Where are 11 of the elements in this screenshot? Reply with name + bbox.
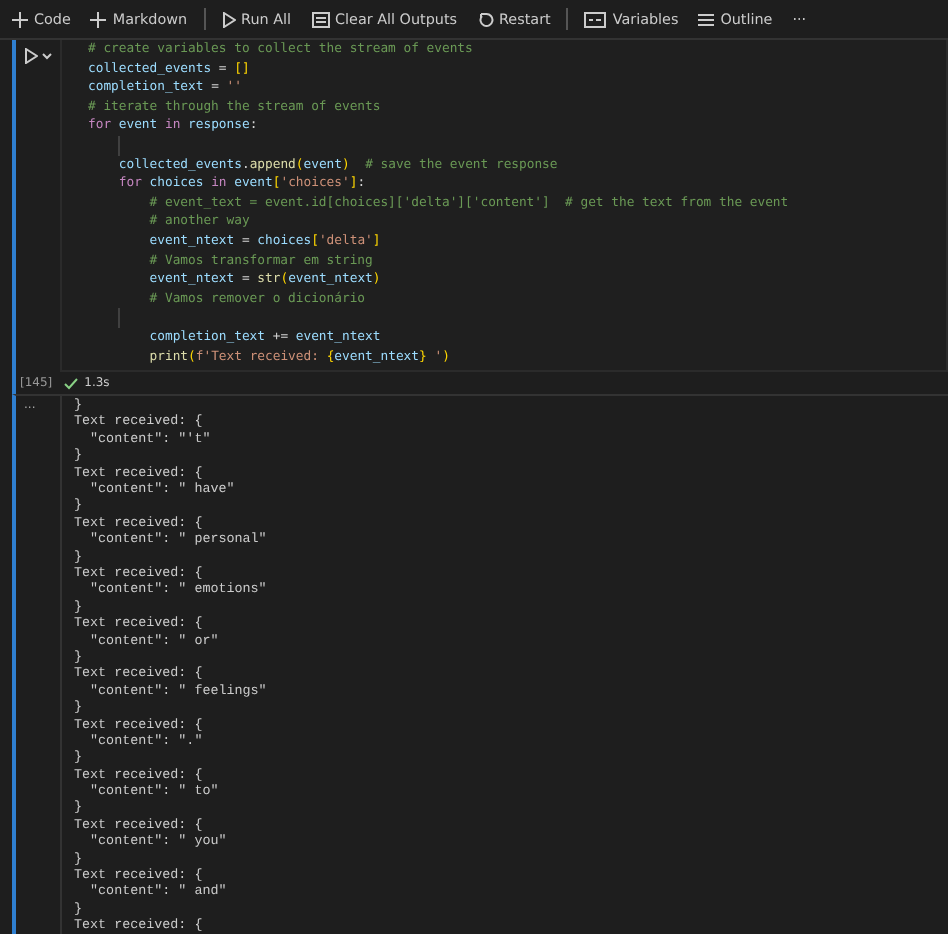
variables-icon bbox=[584, 11, 607, 27]
indent-guide bbox=[118, 135, 120, 156]
run-icon bbox=[221, 11, 236, 27]
run-cell-icon[interactable] bbox=[24, 48, 38, 64]
clear-outputs-icon bbox=[311, 11, 330, 27]
plus-icon bbox=[12, 11, 28, 27]
plus-icon bbox=[90, 11, 107, 27]
chevron-down-icon[interactable] bbox=[42, 52, 52, 60]
outline-icon bbox=[698, 11, 715, 27]
indent-guide bbox=[118, 308, 120, 328]
restart-icon bbox=[477, 11, 494, 27]
